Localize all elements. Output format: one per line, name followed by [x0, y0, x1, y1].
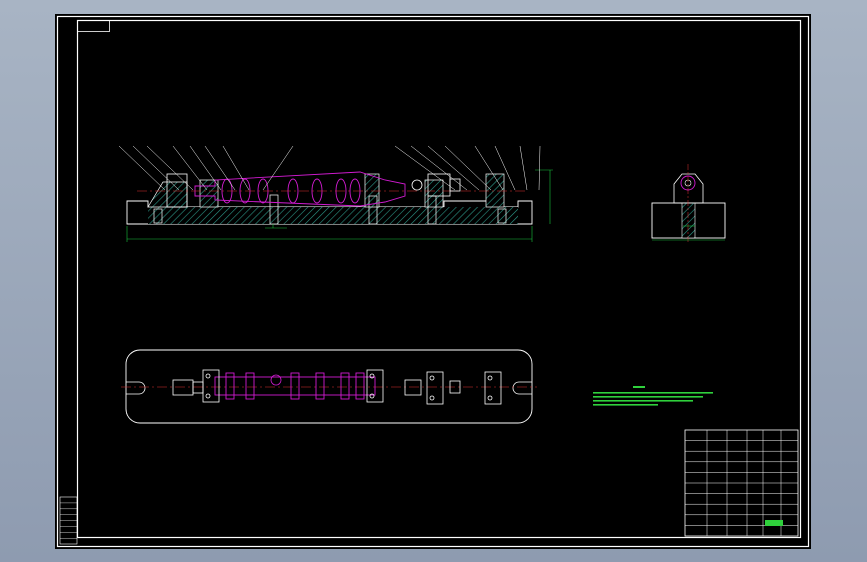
clamp-bolt-hole	[487, 395, 493, 401]
top-clamp-block	[202, 369, 220, 403]
outer-frame	[56, 15, 810, 548]
balloon-leader	[519, 145, 528, 191]
balloon-leader	[262, 145, 294, 191]
side-v-block	[673, 173, 704, 204]
clamp-bolt-hole	[205, 393, 211, 399]
inner-frame	[76, 19, 802, 539]
top-clamp-block	[426, 371, 444, 405]
left-slot	[126, 381, 146, 395]
left-support-hatch	[147, 181, 188, 208]
clamp-bolt-hole	[487, 375, 493, 381]
clamp-bolt-hole	[205, 373, 211, 379]
cad-drawing-canvas	[55, 14, 811, 549]
right-center-fitting	[404, 379, 422, 396]
balloon-leader	[118, 145, 166, 191]
tailstock-center	[411, 179, 423, 191]
balloon-leader	[222, 145, 250, 191]
top-locator-hole	[270, 374, 282, 386]
drawing-code-box	[77, 20, 110, 32]
balloon-leader	[132, 145, 180, 191]
balloon-leader	[444, 145, 492, 191]
clamp-bolt-hole	[429, 375, 435, 381]
top-base-plate	[125, 349, 533, 424]
left-center-fitting	[172, 379, 194, 396]
drawing-number-cell	[765, 520, 783, 526]
fixture-assembly-drawing	[56, 15, 810, 548]
right-support-block	[485, 173, 505, 208]
top-camshaft	[214, 372, 376, 400]
right-slot	[512, 381, 532, 395]
technical-notes	[593, 386, 713, 406]
base-section-hatch	[148, 207, 497, 224]
revision-block	[59, 496, 78, 545]
title-block	[684, 429, 799, 537]
side-view	[651, 164, 726, 244]
balloon-leader	[538, 145, 541, 191]
top-clamp-block	[484, 371, 502, 405]
clamp-bolt-hole	[429, 395, 435, 401]
front-view	[118, 145, 553, 242]
top-view	[121, 349, 537, 424]
